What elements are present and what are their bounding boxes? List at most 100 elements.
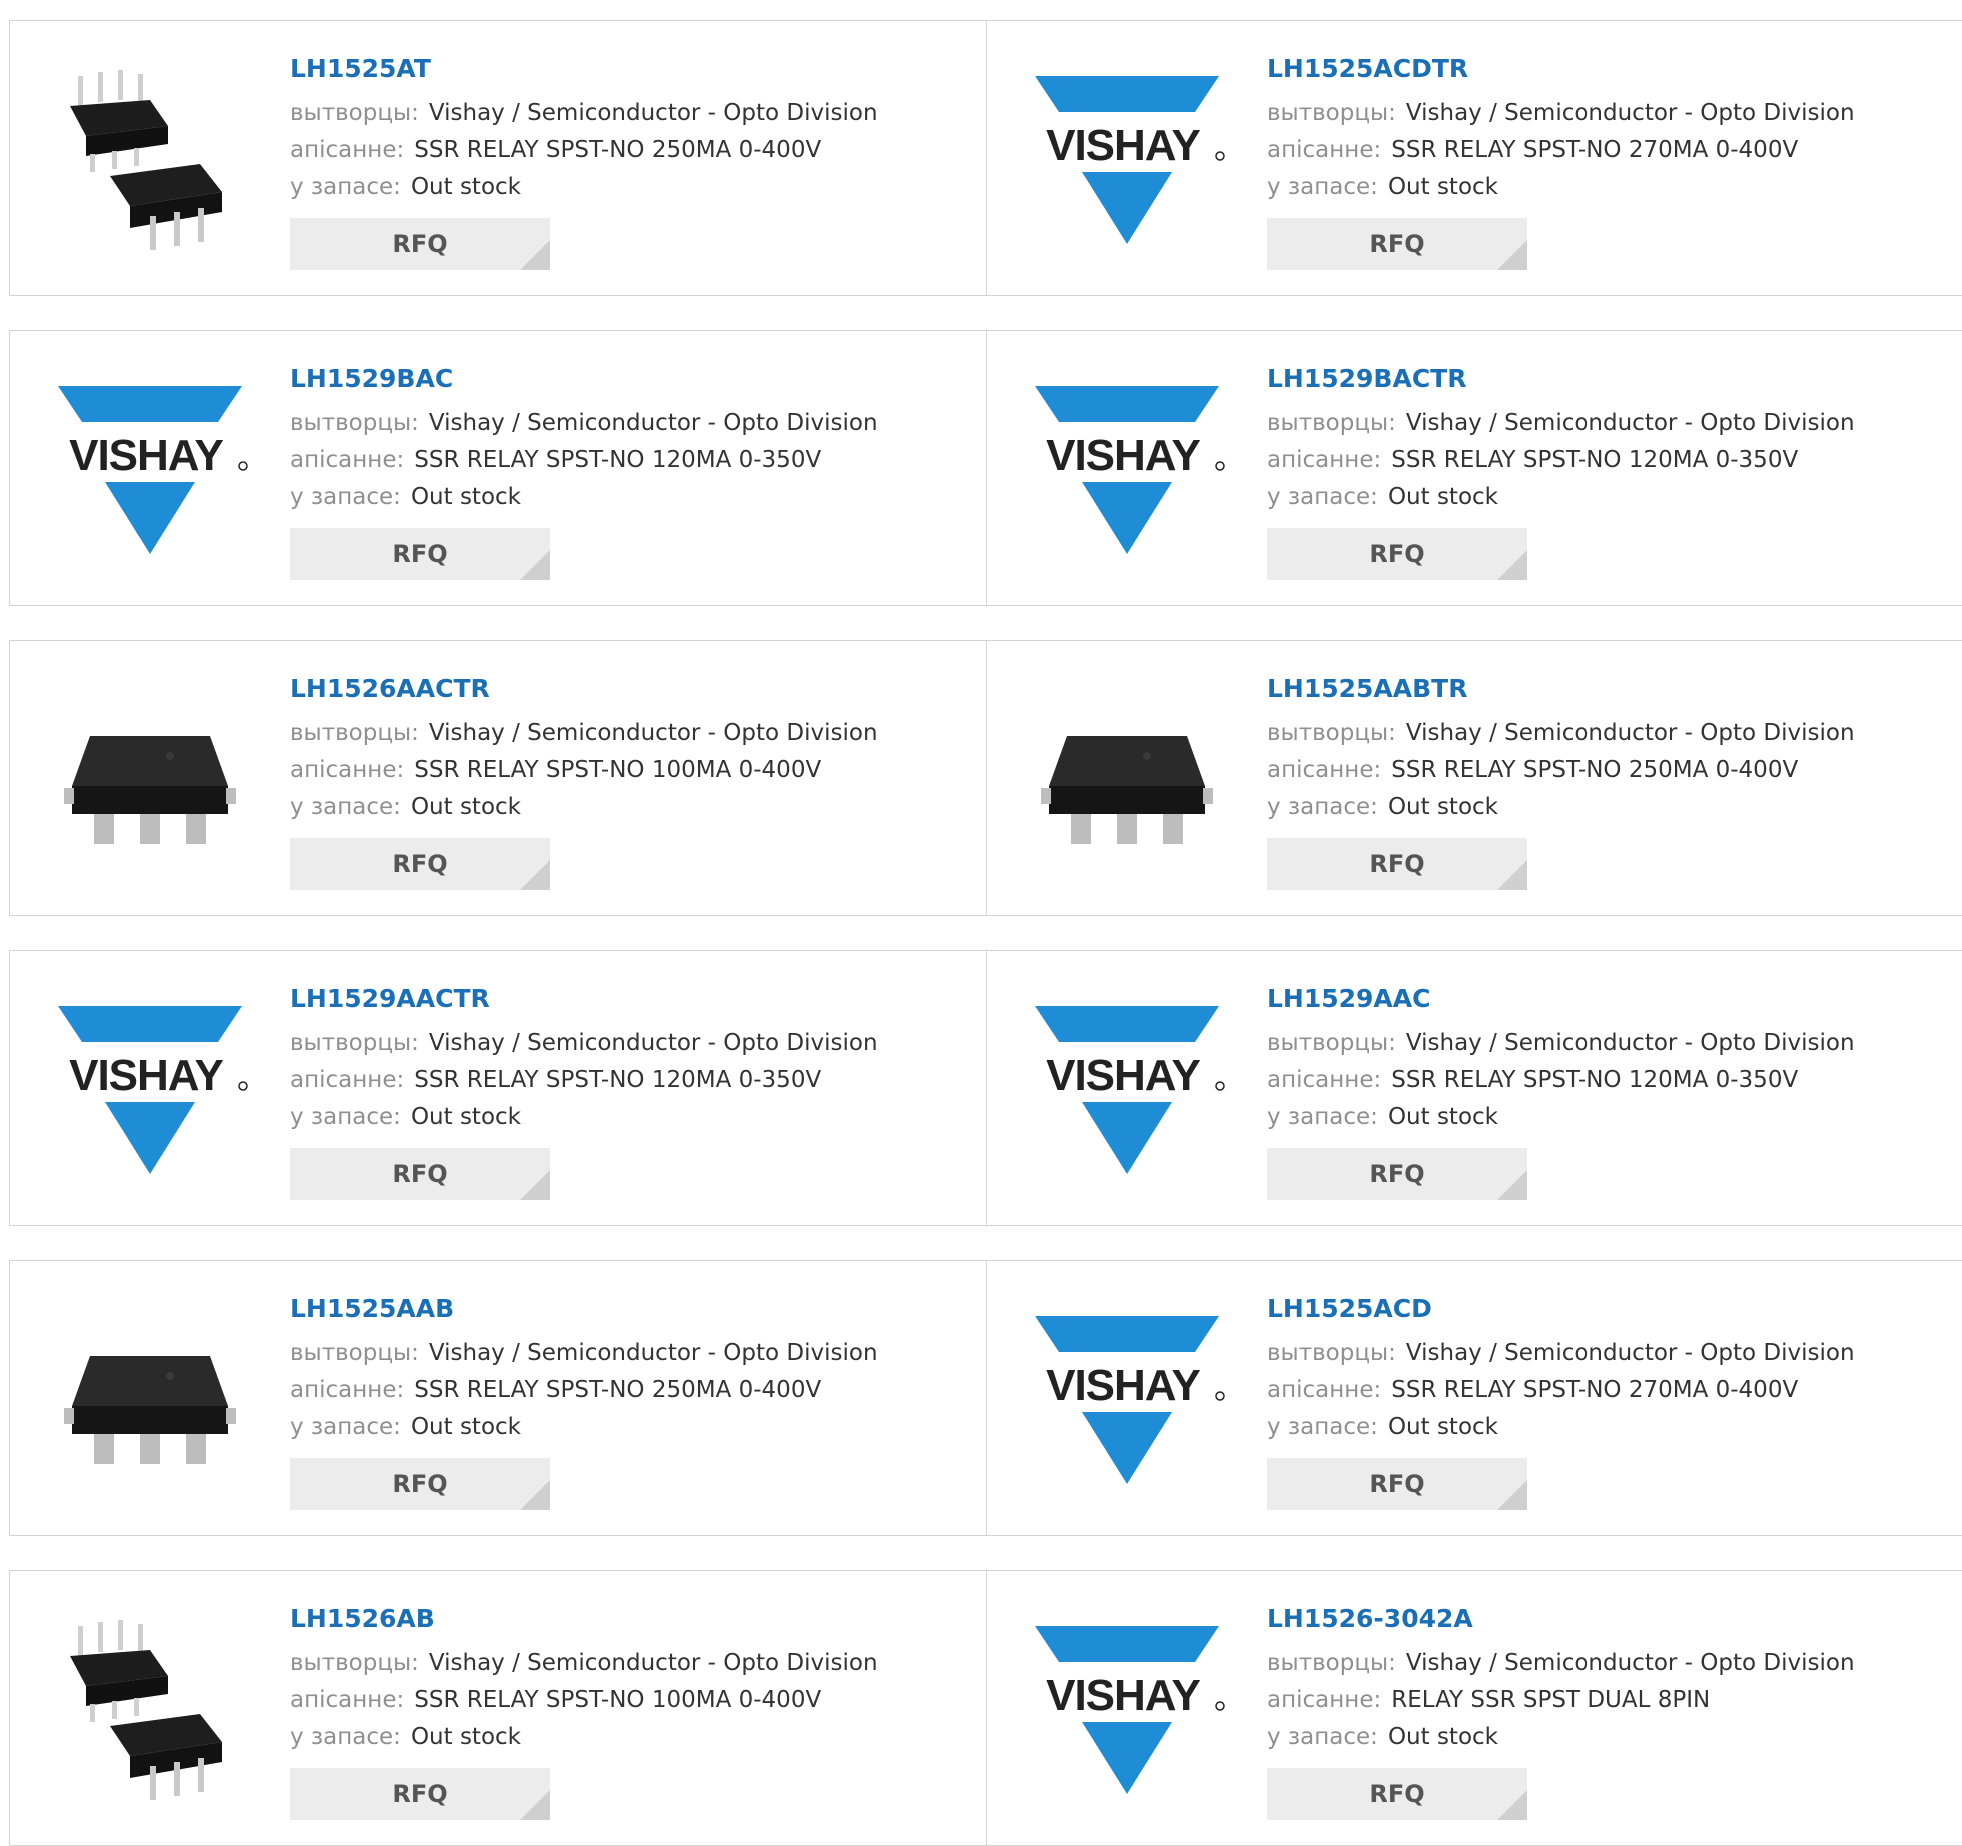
rfq-button[interactable]: RFQ bbox=[1267, 1458, 1527, 1510]
description-value: SSR RELAY SPST-NO 120MA 0-350V bbox=[1391, 1067, 1799, 1093]
description-value: RELAY SSR SPST DUAL 8PIN bbox=[1391, 1687, 1711, 1713]
part-number-link[interactable]: LH1525ACD bbox=[1267, 1291, 1947, 1327]
stock-value: Out stock bbox=[410, 484, 521, 510]
part-number-link[interactable]: LH1526AB bbox=[290, 1601, 970, 1637]
product-info: LH1526-3042A вытворцы: Vishay / Semiconduc… bbox=[1267, 1601, 1947, 1820]
manufacturer-line: вытворцы: Vishay / Semiconductor - Opto D… bbox=[290, 1645, 970, 1682]
rfq-button[interactable]: RFQ bbox=[290, 1768, 550, 1820]
stock-label: у запасе: bbox=[290, 484, 401, 510]
rfq-button[interactable]: RFQ bbox=[1267, 528, 1527, 580]
stock-value: Out stock bbox=[1387, 794, 1498, 820]
description-line: апісанне: RELAY SSR SPST DUAL 8PIN bbox=[1267, 1682, 1947, 1719]
product-info: LH1525AAB вытворцы: Vishay / Semiconductor… bbox=[290, 1291, 970, 1510]
stock-label: у запасе: bbox=[1267, 1724, 1378, 1750]
part-number-link[interactable]: LH1526AACTR bbox=[290, 671, 970, 707]
corner-triangle-icon bbox=[520, 860, 550, 890]
corner-triangle-icon bbox=[1497, 240, 1527, 270]
manufacturer-value: Vishay / Semiconductor - Opto Division bbox=[428, 1340, 878, 1366]
product-row: VISHAY LH1529BAC вытворцы: Vishay / Semicon… bbox=[9, 330, 1962, 606]
stock-line: у запасе: Out stock bbox=[290, 1099, 970, 1136]
stock-line: у запасе: Out stock bbox=[290, 1409, 970, 1446]
svg-text:VISHAY: VISHAY bbox=[1046, 121, 1200, 170]
manufacturer-label: вытворцы: bbox=[1267, 1030, 1396, 1056]
description-label: апісанне: bbox=[1267, 1377, 1382, 1403]
manufacturer-label: вытворцы: bbox=[1267, 1650, 1396, 1676]
part-number-link[interactable]: LH1529BACTR bbox=[1267, 361, 1947, 397]
description-label: апісанне: bbox=[290, 1687, 405, 1713]
manufacturer-label: вытворцы: bbox=[290, 100, 419, 126]
description-value: SSR RELAY SPST-NO 120MA 0-350V bbox=[414, 1067, 822, 1093]
smd-chip-image[interactable] bbox=[1027, 681, 1227, 881]
dip-chip-image[interactable] bbox=[50, 61, 250, 261]
smd-chip-image[interactable] bbox=[50, 681, 250, 881]
corner-triangle-icon bbox=[1497, 550, 1527, 580]
part-number-link[interactable]: LH1525AT bbox=[290, 51, 970, 87]
manufacturer-value: Vishay / Semiconductor - Opto Division bbox=[1405, 1030, 1855, 1056]
rfq-button[interactable]: RFQ bbox=[1267, 1768, 1527, 1820]
product-info: LH1526AB вытворцы: Vishay / Semiconductor … bbox=[290, 1601, 970, 1820]
vishay-logo[interactable]: VISHAY bbox=[1027, 371, 1227, 571]
product-info: LH1529BAC вытворцы: Vishay / Semiconductor… bbox=[290, 361, 970, 580]
description-line: апісанне: SSR RELAY SPST-NO 270MA 0-400V bbox=[1267, 132, 1947, 169]
description-label: апісанне: bbox=[1267, 1067, 1382, 1093]
part-number-link[interactable]: LH1525AAB bbox=[290, 1291, 970, 1327]
rfq-button[interactable]: RFQ bbox=[1267, 1148, 1527, 1200]
stock-value: Out stock bbox=[1387, 1104, 1498, 1130]
rfq-button[interactable]: RFQ bbox=[290, 218, 550, 270]
smd-chip-image[interactable] bbox=[50, 1301, 250, 1501]
description-value: SSR RELAY SPST-NO 270MA 0-400V bbox=[1391, 137, 1799, 163]
part-number-link[interactable]: LH1526-3042A bbox=[1267, 1601, 1947, 1637]
vishay-logo[interactable]: VISHAY bbox=[1027, 1611, 1227, 1811]
part-number-link[interactable]: LH1529AACTR bbox=[290, 981, 970, 1017]
vishay-logo[interactable]: VISHAY bbox=[50, 991, 250, 1191]
description-line: апісанне: SSR RELAY SPST-NO 250MA 0-400V bbox=[290, 1372, 970, 1409]
manufacturer-label: вытворцы: bbox=[1267, 100, 1396, 126]
part-number-link[interactable]: LH1529BAC bbox=[290, 361, 970, 397]
rfq-label: RFQ bbox=[392, 850, 448, 878]
description-value: SSR RELAY SPST-NO 250MA 0-400V bbox=[414, 1377, 822, 1403]
description-label: апісанне: bbox=[1267, 137, 1382, 163]
manufacturer-line: вытворцы: Vishay / Semiconductor - Opto D… bbox=[1267, 1025, 1947, 1062]
manufacturer-label: вытворцы: bbox=[290, 1650, 419, 1676]
part-number-link[interactable]: LH1529AAC bbox=[1267, 981, 1947, 1017]
description-line: апісанне: SSR RELAY SPST-NO 100MA 0-400V bbox=[290, 752, 970, 789]
description-line: апісанне: SSR RELAY SPST-NO 270MA 0-400V bbox=[1267, 1372, 1947, 1409]
rfq-button[interactable]: RFQ bbox=[1267, 218, 1527, 270]
manufacturer-line: вытворцы: Vishay / Semiconductor - Opto D… bbox=[290, 1025, 970, 1062]
manufacturer-label: вытворцы: bbox=[290, 720, 419, 746]
product-card: VISHAY LH1529AAC вытворцы: Vishay / Semicon… bbox=[986, 950, 1962, 1226]
product-info: LH1529AACTR вытворцы: Vishay / Semiconduct… bbox=[290, 981, 970, 1200]
description-value: SSR RELAY SPST-NO 100MA 0-400V bbox=[414, 757, 822, 783]
product-row: LH1525AT вытворцы: Vishay / Semiconductor … bbox=[9, 20, 1962, 296]
rfq-button[interactable]: RFQ bbox=[1267, 838, 1527, 890]
description-line: апісанне: SSR RELAY SPST-NO 120MA 0-350V bbox=[1267, 1062, 1947, 1099]
rfq-button[interactable]: RFQ bbox=[290, 1148, 550, 1200]
corner-triangle-icon bbox=[520, 1170, 550, 1200]
stock-value: Out stock bbox=[410, 1414, 521, 1440]
product-info: LH1529AAC вытворцы: Vishay / Semiconductor… bbox=[1267, 981, 1947, 1200]
vishay-logo[interactable]: VISHAY bbox=[1027, 61, 1227, 261]
corner-triangle-icon bbox=[1497, 1480, 1527, 1510]
vishay-logo[interactable]: VISHAY bbox=[1027, 1301, 1227, 1501]
vishay-logo[interactable]: VISHAY bbox=[1027, 991, 1227, 1191]
rfq-label: RFQ bbox=[392, 540, 448, 568]
manufacturer-label: вытворцы: bbox=[1267, 1340, 1396, 1366]
manufacturer-label: вытворцы: bbox=[290, 1030, 419, 1056]
manufacturer-value: Vishay / Semiconductor - Opto Division bbox=[428, 410, 878, 436]
part-number-link[interactable]: LH1525ACDTR bbox=[1267, 51, 1947, 87]
part-number-link[interactable]: LH1525AABTR bbox=[1267, 671, 1947, 707]
rfq-label: RFQ bbox=[1369, 1780, 1425, 1808]
description-value: SSR RELAY SPST-NO 120MA 0-350V bbox=[1391, 447, 1799, 473]
stock-value: Out stock bbox=[1387, 484, 1498, 510]
product-row: VISHAY LH1529AACTR вытворцы: Vishay / Semic… bbox=[9, 950, 1962, 1226]
stock-line: у запасе: Out stock bbox=[290, 789, 970, 826]
rfq-button[interactable]: RFQ bbox=[290, 1458, 550, 1510]
dip-chip-image[interactable] bbox=[50, 1611, 250, 1811]
description-line: апісанне: SSR RELAY SPST-NO 120MA 0-350V bbox=[290, 1062, 970, 1099]
rfq-button[interactable]: RFQ bbox=[290, 838, 550, 890]
manufacturer-line: вытворцы: Vishay / Semiconductor - Opto D… bbox=[1267, 95, 1947, 132]
manufacturer-value: Vishay / Semiconductor - Opto Division bbox=[428, 720, 878, 746]
rfq-label: RFQ bbox=[392, 1470, 448, 1498]
vishay-logo[interactable]: VISHAY bbox=[50, 371, 250, 571]
rfq-button[interactable]: RFQ bbox=[290, 528, 550, 580]
